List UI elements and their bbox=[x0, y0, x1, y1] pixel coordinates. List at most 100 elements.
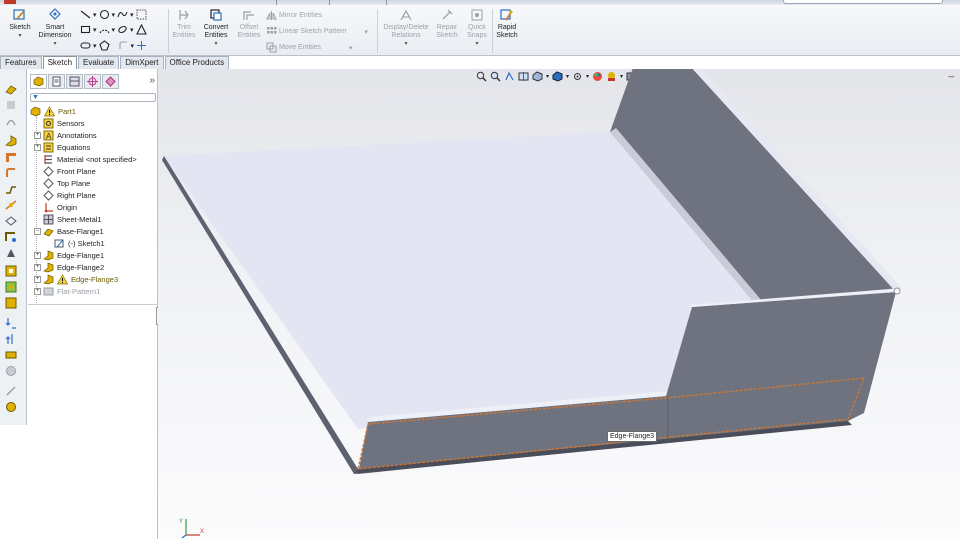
tree-item-sketch[interactable]: (-) Sketch1 bbox=[54, 237, 105, 249]
tree-item-sensors[interactable]: Sensors bbox=[34, 117, 85, 129]
expand-icon[interactable]: + bbox=[34, 251, 41, 259]
vent-icon[interactable] bbox=[5, 297, 17, 309]
tree-item-flat-pattern[interactable]: + Flat-Pattern1 bbox=[34, 285, 100, 297]
convert-to-sheet-metal-icon[interactable] bbox=[5, 99, 17, 111]
expand-icon[interactable]: + bbox=[34, 263, 41, 271]
closed-corner-icon[interactable] bbox=[5, 231, 17, 243]
ellipse-icon[interactable] bbox=[117, 24, 128, 35]
smart-dimension-button[interactable]: Smart Dimension ▾ bbox=[36, 8, 74, 48]
fillet-icon[interactable] bbox=[118, 40, 129, 51]
chevron-down-icon[interactable]: ▾ bbox=[214, 40, 217, 48]
dimxpert-manager-tab[interactable] bbox=[84, 74, 101, 89]
chevron-down-icon[interactable]: ▾ bbox=[18, 32, 21, 40]
graphics-area[interactable]: ▾ ▾ ▾ ▾ ▾ _ Edge-Flange3 Y X bbox=[158, 69, 960, 539]
no-bends-icon[interactable] bbox=[5, 365, 17, 377]
tree-item-top-plane[interactable]: Top Plane bbox=[34, 177, 90, 189]
expand-icon[interactable]: + bbox=[34, 287, 41, 295]
trim-entities-button[interactable]: Trim Entities bbox=[170, 8, 198, 40]
chevron-down-icon[interactable]: ▾ bbox=[53, 40, 56, 48]
more-tabs-icon[interactable]: » bbox=[149, 75, 155, 86]
cross-break-icon[interactable] bbox=[5, 215, 17, 227]
sketched-bend-icon[interactable] bbox=[5, 199, 17, 211]
spline-icon[interactable] bbox=[117, 9, 128, 20]
right-flange-face[interactable] bbox=[658, 292, 896, 444]
tree-root-part[interactable]: Part1 bbox=[30, 105, 76, 117]
tree-item-edge-flange-3[interactable]: + Edge-Flange3 bbox=[34, 273, 118, 285]
tree-item-sheet-metal[interactable]: Sheet-Metal1 bbox=[34, 213, 102, 225]
line-icon[interactable] bbox=[80, 9, 91, 20]
feature-tree-tab[interactable] bbox=[30, 74, 47, 89]
tree-item-edge-flange-1[interactable]: + Edge-Flange1 bbox=[34, 249, 104, 261]
tab-evaluate[interactable]: Evaluate bbox=[78, 56, 120, 69]
circle-icon[interactable] bbox=[99, 9, 110, 20]
expand-icon[interactable]: + bbox=[34, 143, 41, 151]
edge-flange-icon[interactable] bbox=[5, 135, 17, 147]
chevron-down-icon[interactable]: ▾ bbox=[404, 40, 407, 48]
repair-sketch-button[interactable]: Repair Sketch bbox=[433, 8, 461, 40]
fold-icon[interactable] bbox=[5, 333, 17, 345]
tree-item-annotations[interactable]: + A Annotations bbox=[34, 129, 97, 141]
tab-dimxpert[interactable]: DimXpert bbox=[120, 56, 164, 69]
break-corner-icon[interactable] bbox=[5, 265, 17, 277]
configuration-manager-tab[interactable] bbox=[66, 74, 83, 89]
tree-item-right-plane[interactable]: Right Plane bbox=[34, 189, 96, 201]
rollback-bar[interactable] bbox=[28, 304, 158, 305]
flatten-icon[interactable] bbox=[5, 349, 17, 361]
text-box-icon[interactable] bbox=[136, 9, 147, 20]
tab-office-products[interactable]: Office Products bbox=[164, 56, 230, 69]
miter-flange-icon[interactable] bbox=[5, 151, 17, 163]
corner-relief-icon[interactable] bbox=[5, 281, 17, 293]
insert-bends-icon[interactable] bbox=[5, 401, 17, 413]
display-delete-relations-button[interactable]: Display/Delete Relations ▾ bbox=[380, 8, 432, 48]
tree-item-edge-flange-2[interactable]: + Edge-Flange2 bbox=[34, 261, 104, 273]
polygon-icon[interactable] bbox=[98, 40, 110, 51]
search-input[interactable] bbox=[783, 0, 943, 4]
offset-entities-button[interactable]: Offset Entities bbox=[234, 8, 264, 40]
chevron-down-icon[interactable]: ▾ bbox=[364, 28, 368, 36]
jog-icon[interactable] bbox=[5, 183, 17, 195]
collapse-icon[interactable]: − bbox=[34, 227, 41, 235]
tree-item-material[interactable]: Material <not specified> bbox=[34, 153, 137, 165]
model-3d-sheet-metal-part[interactable] bbox=[158, 69, 960, 539]
expand-icon[interactable]: + bbox=[34, 275, 41, 283]
arc-icon[interactable] bbox=[99, 24, 110, 35]
move-entities-button[interactable]: Move Entities ▾ bbox=[266, 42, 353, 53]
property-manager-tab[interactable] bbox=[48, 74, 65, 89]
welded-corner-icon[interactable] bbox=[5, 247, 17, 259]
tree-item-origin[interactable]: Origin bbox=[34, 201, 77, 213]
triangle-icon[interactable] bbox=[135, 24, 147, 35]
tree-item-front-plane[interactable]: Front Plane bbox=[34, 165, 96, 177]
tree-item-base-flange[interactable]: − Base-Flange1 bbox=[34, 225, 104, 237]
convert-entities-button[interactable]: Convert Entities ▾ bbox=[200, 8, 232, 48]
tree-filter-input[interactable]: ▼ bbox=[30, 93, 156, 102]
chevron-down-icon[interactable]: ▾ bbox=[130, 11, 134, 19]
mirror-entities-button[interactable]: Mirror Entities bbox=[266, 10, 322, 21]
chevron-down-icon[interactable]: ▾ bbox=[112, 11, 116, 19]
unfold-icon[interactable] bbox=[5, 317, 17, 329]
base-flange-icon[interactable] bbox=[5, 83, 17, 95]
sketch-button[interactable]: Sketch ▾ bbox=[6, 8, 34, 40]
chevron-down-icon[interactable]: ▾ bbox=[131, 42, 135, 50]
chevron-down-icon[interactable]: ▾ bbox=[130, 26, 134, 34]
lofted-bend-icon[interactable] bbox=[5, 115, 17, 127]
tab-sketch[interactable]: Sketch bbox=[42, 56, 78, 69]
quick-snaps-button[interactable]: Quick Snaps ▾ bbox=[463, 8, 491, 48]
chevron-down-icon[interactable]: ▾ bbox=[93, 11, 97, 19]
tree-item-equations[interactable]: + Equations bbox=[34, 141, 90, 153]
tab-features[interactable]: Features bbox=[0, 56, 42, 69]
app-logo-icon[interactable] bbox=[4, 0, 16, 4]
slot-icon[interactable] bbox=[80, 40, 91, 51]
chevron-down-icon[interactable]: ▾ bbox=[349, 44, 353, 52]
rectangle-icon[interactable] bbox=[80, 24, 91, 35]
point-icon[interactable] bbox=[136, 40, 147, 51]
chevron-down-icon[interactable]: ▾ bbox=[112, 26, 116, 34]
display-manager-tab[interactable] bbox=[102, 74, 119, 89]
reference-triad[interactable]: Y X bbox=[178, 515, 206, 539]
linear-pattern-button[interactable]: Linear Sketch Pattern ▾ bbox=[266, 26, 368, 37]
hem-icon[interactable] bbox=[5, 167, 17, 179]
expand-icon[interactable]: + bbox=[34, 131, 41, 139]
rip-icon[interactable] bbox=[5, 385, 17, 397]
chevron-down-icon[interactable]: ▾ bbox=[93, 42, 97, 50]
rapid-sketch-button[interactable]: Rapid Sketch bbox=[493, 8, 521, 40]
chevron-down-icon[interactable]: ▾ bbox=[475, 40, 478, 48]
